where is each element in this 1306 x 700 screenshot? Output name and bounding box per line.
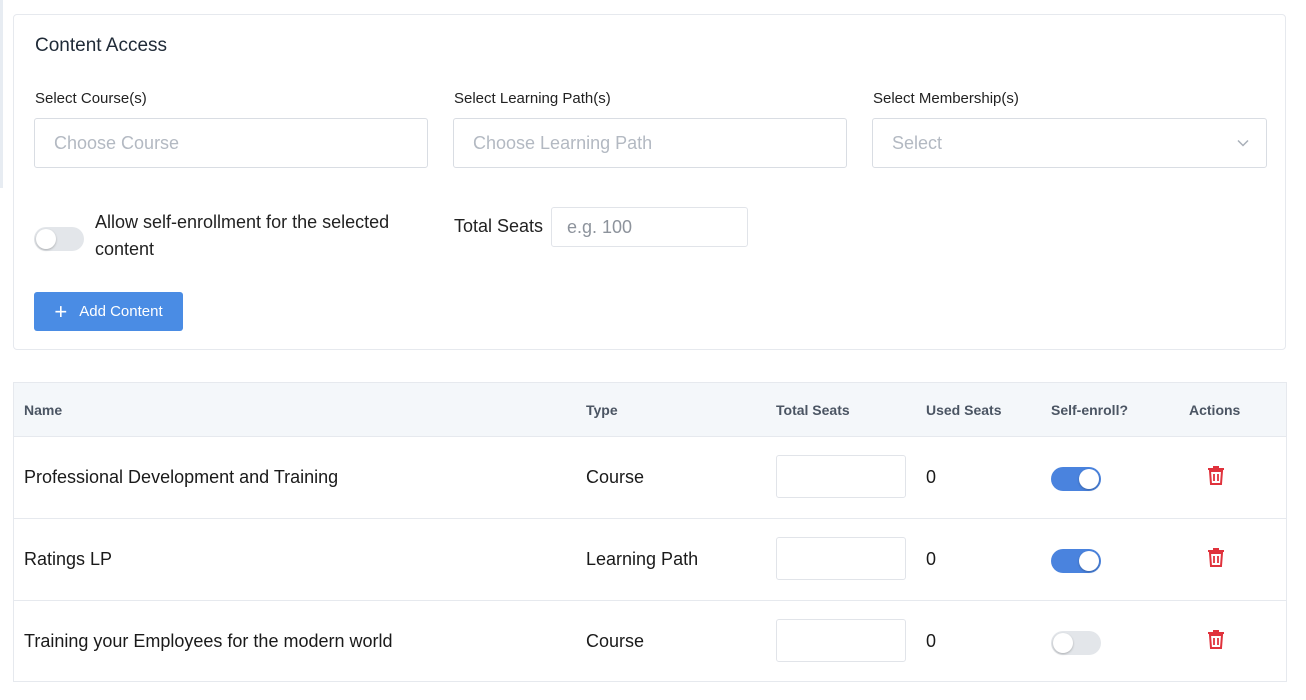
total-seats-label: Total Seats	[454, 216, 544, 236]
membership-select[interactable]: Select	[872, 118, 1267, 168]
column-header-actions: Actions	[1189, 402, 1241, 418]
row-used-seats: 0	[926, 467, 937, 487]
row-type: Learning Path	[586, 549, 699, 569]
table-row: Professional Development and Training Co…	[14, 437, 1286, 519]
learning-paths-label: Select Learning Path(s)	[454, 90, 611, 107]
membership-select-placeholder: Select	[892, 133, 943, 153]
self-enroll-label: Allow self-enrollment for the selected c…	[95, 212, 390, 259]
memberships-label: Select Membership(s)	[873, 90, 1019, 107]
chevron-down-icon	[1237, 139, 1249, 147]
row-type: Course	[586, 467, 645, 487]
add-content-button[interactable]: + Add Content	[34, 292, 183, 331]
column-header-used-seats: Used Seats	[926, 402, 1002, 418]
column-header-self-enroll: Self-enroll?	[1051, 402, 1129, 418]
trash-icon[interactable]	[1204, 545, 1228, 569]
course-search-input[interactable]	[34, 118, 428, 168]
row-self-enroll-toggle[interactable]	[1051, 467, 1101, 491]
toggle-knob	[36, 229, 56, 249]
learning-path-search-input[interactable]	[453, 118, 847, 168]
row-self-enroll-toggle[interactable]	[1051, 549, 1101, 573]
row-name: Professional Development and Training	[24, 467, 339, 487]
table-row: Training your Employees for the modern w…	[14, 601, 1286, 683]
table-header: Name Type Total Seats Used Seats Self-en…	[14, 383, 1286, 437]
row-name: Ratings LP	[24, 549, 113, 569]
section-title: Content Access	[35, 35, 168, 56]
toggle-knob	[1053, 633, 1073, 653]
row-used-seats: 0	[926, 549, 937, 569]
table-row: Ratings LP Learning Path 0	[14, 519, 1286, 601]
total-seats-input[interactable]	[551, 207, 748, 247]
content-table: Name Type Total Seats Used Seats Self-en…	[13, 382, 1287, 682]
add-content-label: Add Content	[79, 303, 163, 320]
trash-icon[interactable]	[1204, 463, 1228, 487]
column-header-total-seats: Total Seats	[776, 402, 850, 418]
courses-label: Select Course(s)	[35, 90, 147, 107]
column-header-name: Name	[24, 402, 63, 418]
row-name: Training your Employees for the modern w…	[24, 631, 393, 651]
column-header-type: Type	[586, 402, 618, 418]
plus-icon: +	[54, 298, 68, 324]
toggle-knob	[1079, 469, 1099, 489]
self-enroll-toggle[interactable]	[34, 227, 84, 251]
trash-icon[interactable]	[1204, 627, 1228, 651]
row-total-seats-input[interactable]	[776, 537, 906, 580]
row-type: Course	[586, 631, 645, 651]
toggle-knob	[1079, 551, 1099, 571]
left-edge-divider	[0, 0, 3, 188]
row-self-enroll-toggle[interactable]	[1051, 631, 1101, 655]
row-used-seats: 0	[926, 631, 937, 651]
row-total-seats-input[interactable]	[776, 455, 906, 498]
row-total-seats-input[interactable]	[776, 619, 906, 662]
content-access-card: Content Access Select Course(s) Select L…	[13, 14, 1286, 350]
